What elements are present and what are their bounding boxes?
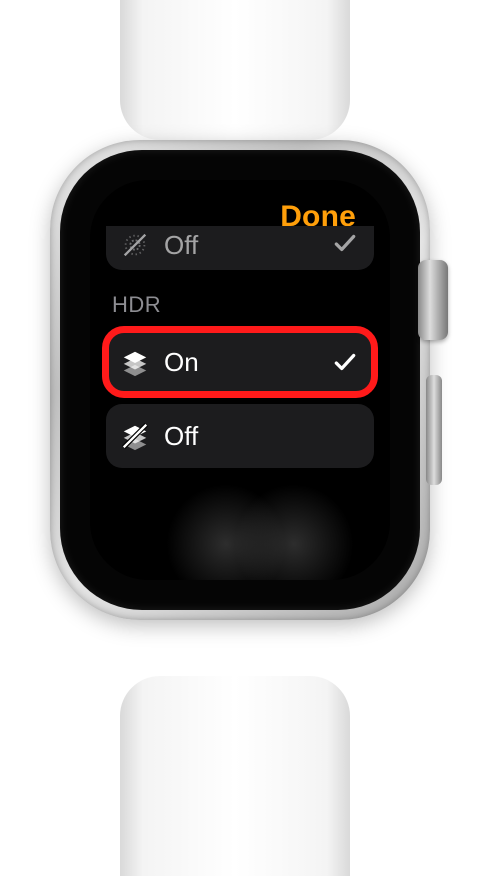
watch-band-top (120, 0, 350, 140)
hdr-off-icon (120, 421, 150, 451)
side-button[interactable] (426, 375, 442, 485)
hdr-off-label: Off (164, 421, 358, 452)
hdr-on-icon (120, 347, 150, 377)
watch-band-bottom (120, 676, 350, 876)
live-photo-off-icon (120, 230, 150, 260)
hdr-off-row[interactable]: Off (106, 404, 374, 468)
digital-crown[interactable] (418, 260, 448, 340)
checkmark-icon (332, 230, 358, 256)
hdr-on-label: On (164, 347, 318, 378)
screen-reflection (234, 484, 354, 580)
screen-reflection (166, 484, 286, 580)
watch-case: Done Off (50, 140, 430, 620)
checkmark-icon (332, 349, 358, 375)
live-photo-off-row[interactable]: Off (106, 226, 374, 270)
hdr-on-row[interactable]: On (106, 330, 374, 394)
live-photo-off-label: Off (164, 230, 318, 261)
settings-list[interactable]: Off HDR (106, 244, 374, 564)
hdr-section-title: HDR (106, 280, 374, 320)
watch-screen: Done Off (90, 180, 390, 580)
